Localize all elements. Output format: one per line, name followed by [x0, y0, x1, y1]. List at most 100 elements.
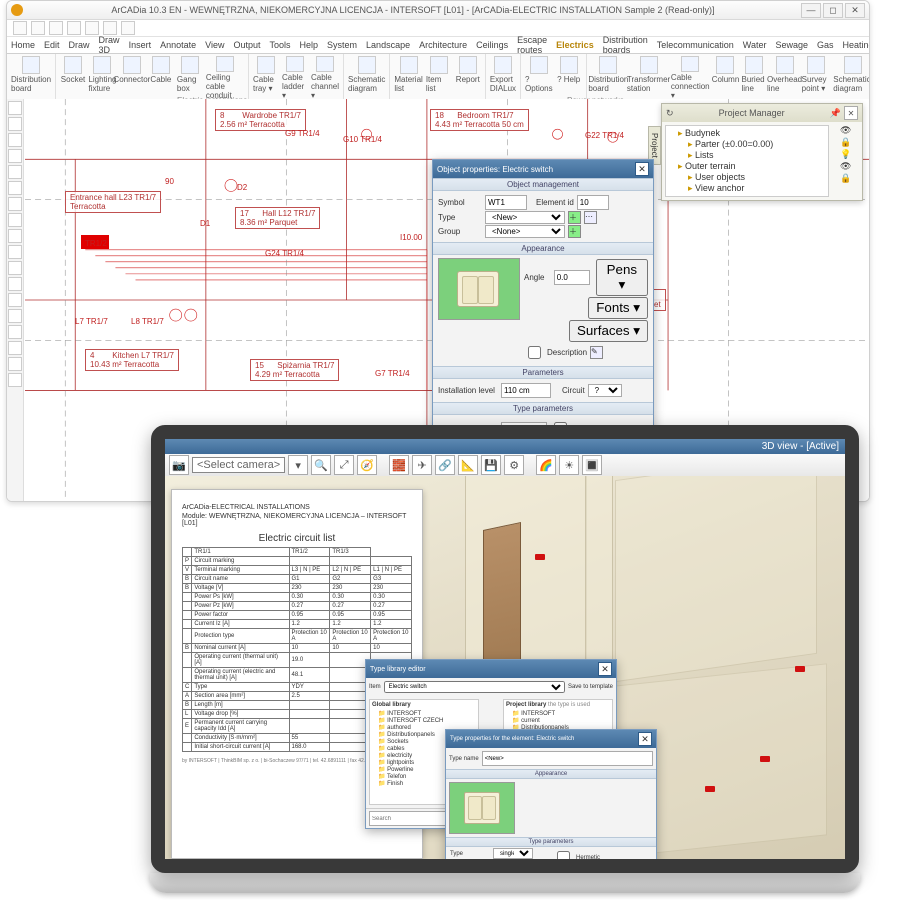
ribbon-tab[interactable]: Electrics: [556, 40, 594, 50]
ribbon-button[interactable]: Cable connection ▾: [671, 56, 709, 100]
vtool-icon[interactable]: [8, 373, 22, 387]
pm-pin-icon[interactable]: 📌: [830, 108, 841, 119]
ribbon-button[interactable]: Export DIALux: [490, 56, 516, 100]
vtool-icon[interactable]: [8, 325, 22, 339]
eye-icon[interactable]: 👁: [840, 161, 850, 171]
view3d-icon-8[interactable]: 💾: [481, 455, 501, 475]
ribbon-tab[interactable]: Water: [743, 40, 767, 50]
d3-hermetic-cb[interactable]: [557, 851, 570, 864]
library-node[interactable]: INTERSOFT CZECH: [378, 717, 476, 724]
tree-node[interactable]: Parter (±0.00=0.00): [688, 139, 826, 150]
tree-node[interactable]: Outer terrainUser objectsView anchor: [678, 161, 826, 194]
circuit-select[interactable]: ?: [588, 384, 622, 397]
qat-print-icon[interactable]: [103, 21, 117, 35]
camera-select[interactable]: <Select camera>: [192, 457, 285, 473]
ribbon-button[interactable]: Cable: [148, 56, 174, 100]
view3d-icon-3[interactable]: 🧭: [357, 455, 377, 475]
ribbon-tab[interactable]: Telecommunication: [657, 40, 734, 50]
angle-input[interactable]: [554, 270, 590, 285]
ribbon-tab[interactable]: Escape routes: [517, 35, 547, 55]
view3d-icon-1[interactable]: 🔍: [311, 455, 331, 475]
d3-poles-select[interactable]: unipole: [493, 861, 533, 872]
ribbon-tab[interactable]: Landscape: [366, 40, 410, 50]
vtool-icon[interactable]: [8, 133, 22, 147]
vtool-icon[interactable]: [8, 293, 22, 307]
eye-icon[interactable]: 👁: [840, 125, 850, 135]
qat-open-icon[interactable]: [31, 21, 45, 35]
vtool-icon[interactable]: [8, 229, 22, 243]
ribbon-button[interactable]: Column: [712, 56, 738, 100]
typename-input[interactable]: [482, 751, 653, 766]
library-node[interactable]: INTERSOFT: [378, 710, 476, 717]
pens-button[interactable]: Pens ▾: [596, 259, 648, 296]
vtool-icon[interactable]: [8, 197, 22, 211]
vtool-icon[interactable]: [8, 277, 22, 291]
description-checkbox[interactable]: [528, 346, 541, 359]
ribbon-button[interactable]: Cable tray ▾: [253, 56, 279, 100]
d3-type-select[interactable]: single: [493, 848, 533, 859]
vtool-icon[interactable]: [8, 309, 22, 323]
ribbon-button[interactable]: Lighting fixture: [89, 56, 116, 100]
vtool-icon[interactable]: [8, 101, 22, 115]
type-browse-button[interactable]: ⋯: [584, 211, 597, 224]
view3d-icon-12[interactable]: 🔳: [582, 455, 602, 475]
ribbon-tab[interactable]: Tools: [270, 40, 291, 50]
view3d-icon-5[interactable]: ✈: [412, 455, 432, 475]
pm-close-button[interactable]: ✕: [844, 106, 858, 120]
ribbon-button[interactable]: Report: [455, 56, 481, 100]
view3d-icon-7[interactable]: 📐: [458, 455, 478, 475]
ribbon-tab[interactable]: Gas: [817, 40, 834, 50]
fonts-button[interactable]: Fonts ▾: [588, 297, 648, 319]
pm-refresh-icon[interactable]: ↻: [666, 108, 674, 119]
symbol-input[interactable]: [485, 195, 527, 210]
tree-node[interactable]: User objects: [688, 172, 826, 183]
maximize-button[interactable]: ◻: [823, 3, 843, 18]
vtool-icon[interactable]: [8, 181, 22, 195]
ribbon-button[interactable]: ? Help: [556, 56, 582, 100]
ribbon-button[interactable]: Socket: [60, 56, 86, 100]
vtool-icon[interactable]: [8, 261, 22, 275]
camera-icon[interactable]: 📷: [169, 455, 189, 475]
dlg2-close-button[interactable]: ✕: [598, 662, 612, 676]
ribbon-button[interactable]: Ceiling cable conduit: [206, 56, 244, 100]
ribbon-button[interactable]: Cable ladder ▾: [282, 56, 308, 100]
lock-icon[interactable]: 🔒: [840, 173, 850, 183]
ribbon-button[interactable]: Survey point ▾: [802, 56, 831, 100]
ribbon-tab[interactable]: Sewage: [775, 40, 808, 50]
tree-node[interactable]: BudynekParter (±0.00=0.00)Lists: [678, 128, 826, 161]
vtool-icon[interactable]: [8, 117, 22, 131]
view3d-icon-2[interactable]: ⤢: [334, 455, 354, 475]
group-select[interactable]: <None>: [485, 225, 565, 238]
qat-new-icon[interactable]: [13, 21, 27, 35]
ribbon-tab[interactable]: Output: [233, 40, 260, 50]
ribbon-button[interactable]: Connector: [119, 56, 145, 100]
dlg2-item-select[interactable]: Electric switch: [384, 681, 565, 693]
minimize-button[interactable]: —: [801, 3, 821, 18]
type-select[interactable]: <New>: [485, 211, 565, 224]
d3-backlight-cb[interactable]: [557, 871, 570, 873]
view3d-icon-4[interactable]: 🧱: [389, 455, 409, 475]
ribbon-button[interactable]: Schematic diagram: [833, 56, 869, 100]
library-node[interactable]: current: [512, 717, 610, 724]
ribbon-tab[interactable]: Insert: [129, 40, 152, 50]
lock-icon[interactable]: 🔒: [840, 137, 850, 147]
ribbon-tab[interactable]: Ceilings: [476, 40, 508, 50]
description-edit-icon[interactable]: ✎: [590, 346, 603, 359]
ribbon-button[interactable]: Gang box: [177, 56, 203, 100]
vtool-icon[interactable]: [8, 341, 22, 355]
close-button[interactable]: ✕: [845, 3, 865, 18]
vtool-icon[interactable]: [8, 149, 22, 163]
ribbon-tab[interactable]: Home: [11, 40, 35, 50]
ribbon-tab[interactable]: Draw 3D: [99, 35, 120, 55]
ribbon-button[interactable]: Distribution board: [11, 56, 51, 100]
ribbon-button[interactable]: Material list: [394, 56, 422, 100]
project-tree[interactable]: BudynekParter (±0.00=0.00)ListsOuter ter…: [665, 125, 829, 197]
ribbon-tab[interactable]: Heating: [843, 40, 871, 50]
qat-redo-icon[interactable]: [85, 21, 99, 35]
ribbon-tab[interactable]: Edit: [44, 40, 60, 50]
qat-save-icon[interactable]: [49, 21, 63, 35]
tree-node[interactable]: Lists: [688, 150, 826, 161]
camera-dropdown-icon[interactable]: ▾: [288, 455, 308, 475]
library-node[interactable]: INTERSOFT: [512, 710, 610, 717]
surfaces-button[interactable]: Surfaces ▾: [569, 320, 648, 342]
